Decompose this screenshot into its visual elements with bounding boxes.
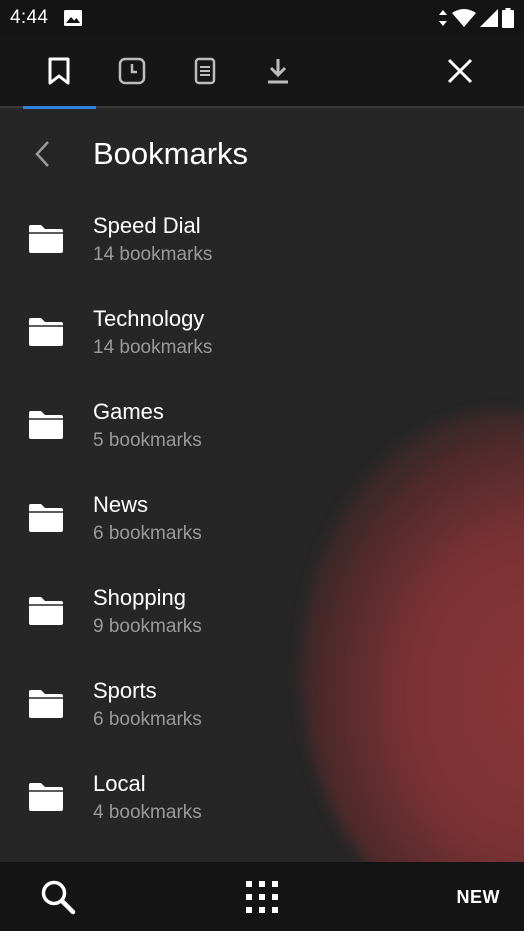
document-icon [194,57,216,85]
folder-item-local[interactable]: Local 4 bookmarks [0,756,524,849]
search-button[interactable] [30,874,86,920]
status-bar: 4:44 [0,0,524,36]
status-icons [438,8,514,28]
speed-dial-grid-button[interactable] [236,874,288,920]
folder-icon [29,690,63,718]
folder-title: Shopping [93,585,186,610]
folder-count: 6 bookmarks [93,709,202,730]
folder-title: Speed Dial [93,213,201,238]
bookmarks-content: Bookmarks Speed Dial 14 bookmarks Techno… [0,110,524,862]
folder-item-speed-dial[interactable]: Speed Dial 14 bookmarks [0,198,524,291]
folder-icon [29,318,63,346]
download-icon [268,59,288,84]
bookmarks-header: Bookmarks [0,110,524,198]
folder-item-news[interactable]: News 6 bookmarks [0,477,524,570]
folder-count: 14 bookmarks [93,244,213,265]
selected-tab-indicator [23,106,96,109]
new-button[interactable]: NEW [457,880,501,914]
image-icon [64,10,83,26]
signal-icon [480,9,498,27]
back-button[interactable] [22,134,62,174]
wifi-icon [452,9,476,27]
close-button[interactable] [432,36,488,106]
folder-icon [29,504,63,532]
clock-icon [118,57,146,85]
folder-count: 9 bookmarks [93,616,202,637]
grid-icon [246,881,278,913]
tab-bookmarks[interactable] [23,36,95,106]
folder-count: 5 bookmarks [93,430,202,451]
folder-icon [29,783,63,811]
page-title: Bookmarks [93,136,249,171]
tab-reading-list[interactable] [169,36,241,106]
close-icon [447,58,473,84]
tab-history[interactable] [96,36,168,106]
battery-icon [502,8,514,28]
search-icon [41,880,76,915]
data-arrows-icon [439,10,447,26]
folder-title: Sports [93,678,157,703]
status-time: 4:44 [10,7,49,28]
folder-icon [29,597,63,625]
folder-count: 14 bookmarks [93,337,213,358]
bookmark-icon [48,57,70,85]
folder-count: 6 bookmarks [93,523,202,544]
folder-item-technology[interactable]: Technology 14 bookmarks [0,291,524,384]
chevron-left-icon [35,141,49,167]
tab-downloads[interactable] [242,36,314,106]
folder-item-shopping[interactable]: Shopping 9 bookmarks [0,570,524,663]
bottom-bar: NEW [0,862,524,931]
folder-count: 4 bookmarks [93,802,202,823]
bookmarks-screen: 4:44 Bookmarks Speed Dial 14 bookmarks T… [0,0,524,931]
folder-title: Technology [93,306,205,331]
folder-item-sports[interactable]: Sports 6 bookmarks [0,663,524,756]
folder-title: Games [93,399,164,424]
folder-title: News [93,492,149,517]
tab-bar [0,36,524,109]
folder-title: Local [93,771,146,796]
folder-list: Speed Dial 14 bookmarks Technology 14 bo… [0,198,524,849]
folder-icon [29,225,63,253]
folder-icon [29,411,63,439]
folder-item-games[interactable]: Games 5 bookmarks [0,384,524,477]
